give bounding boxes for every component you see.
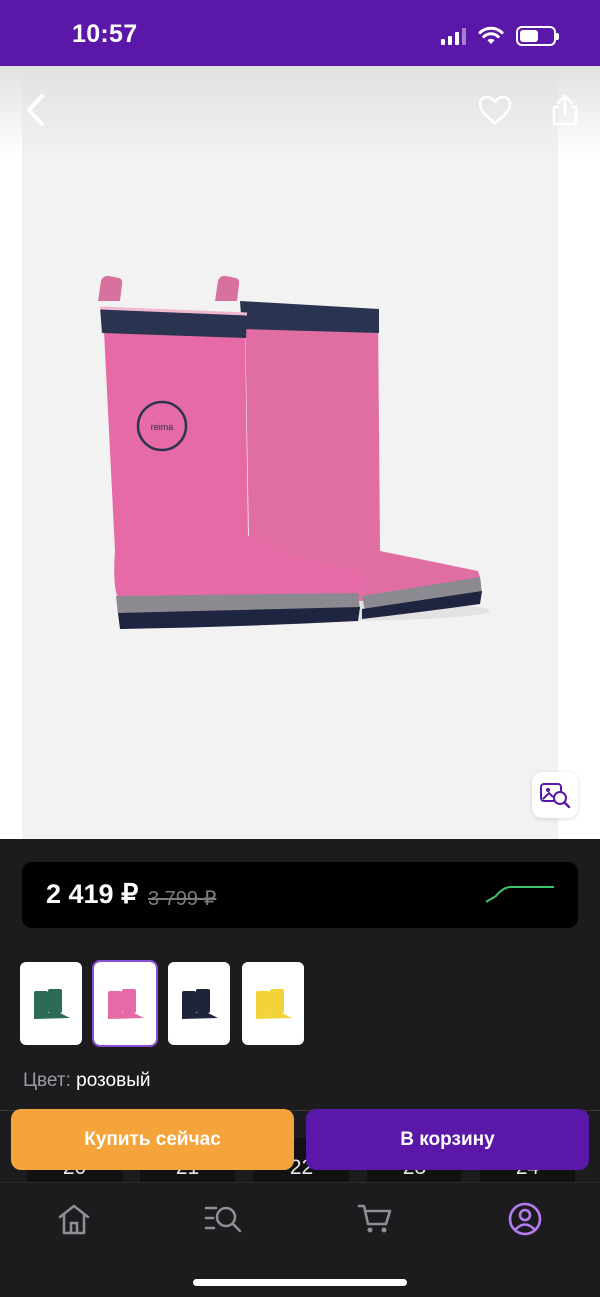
catalog-search-icon (204, 1206, 242, 1233)
color-selection-label: Цвет: розовый (23, 1070, 151, 1092)
wifi-icon (478, 26, 504, 44)
boots-thumbnail-icon (182, 988, 218, 1019)
status-icons (441, 24, 559, 48)
add-to-cart-button[interactable]: В корзину (306, 1109, 589, 1170)
back-arrow-icon (27, 94, 44, 126)
favorite-button[interactable] (473, 88, 517, 132)
battery-icon (516, 26, 559, 46)
tab-profile[interactable] (505, 1199, 545, 1239)
visual-search-icon (540, 783, 571, 809)
battery-level (520, 30, 538, 42)
back-button[interactable] (14, 88, 58, 132)
tab-catalog[interactable] (204, 1199, 244, 1239)
price-bar[interactable]: 2 419 ₽ 3 799 ₽ (22, 862, 578, 928)
product-image-area[interactable]: reima (0, 66, 600, 839)
heart-icon (478, 95, 512, 125)
brand-badge: reima (151, 422, 174, 432)
signal-icon (441, 27, 466, 45)
home-icon (58, 1204, 90, 1235)
color-variants (20, 960, 304, 1047)
price-current: 2 419 ₽ (46, 879, 139, 909)
tab-cart[interactable] (355, 1199, 395, 1239)
boots-thumbnail-icon (108, 988, 144, 1019)
boots-thumbnail-icon (34, 988, 70, 1019)
color-variant-pink[interactable] (92, 960, 158, 1047)
buy-now-button[interactable]: Купить сейчас (11, 1109, 294, 1170)
tab-home[interactable] (54, 1199, 94, 1239)
visual-search-button[interactable] (532, 772, 578, 818)
app-screen: 10:57 reima 2 419 ₽ 3 799 ₽ Цвет: розовы… (0, 0, 600, 1297)
color-variant-yellow[interactable] (242, 962, 304, 1045)
status-time: 10:57 (72, 20, 138, 48)
cart-icon (357, 1204, 392, 1233)
color-variant-green[interactable] (20, 962, 82, 1045)
share-button[interactable] (543, 88, 587, 132)
boots-thumbnail-icon (256, 988, 292, 1019)
product-photo-boots: reima (98, 275, 490, 629)
home-indicator (193, 1279, 407, 1286)
price-history-chart-icon[interactable] (484, 882, 556, 906)
color-value: розовый (76, 1070, 151, 1091)
profile-icon (508, 1202, 542, 1236)
color-label: Цвет: (23, 1070, 71, 1091)
color-variant-navy[interactable] (168, 962, 230, 1045)
price-old: 3 799 ₽ (148, 888, 217, 910)
share-icon (552, 94, 578, 126)
status-bar: 10:57 (0, 0, 600, 66)
